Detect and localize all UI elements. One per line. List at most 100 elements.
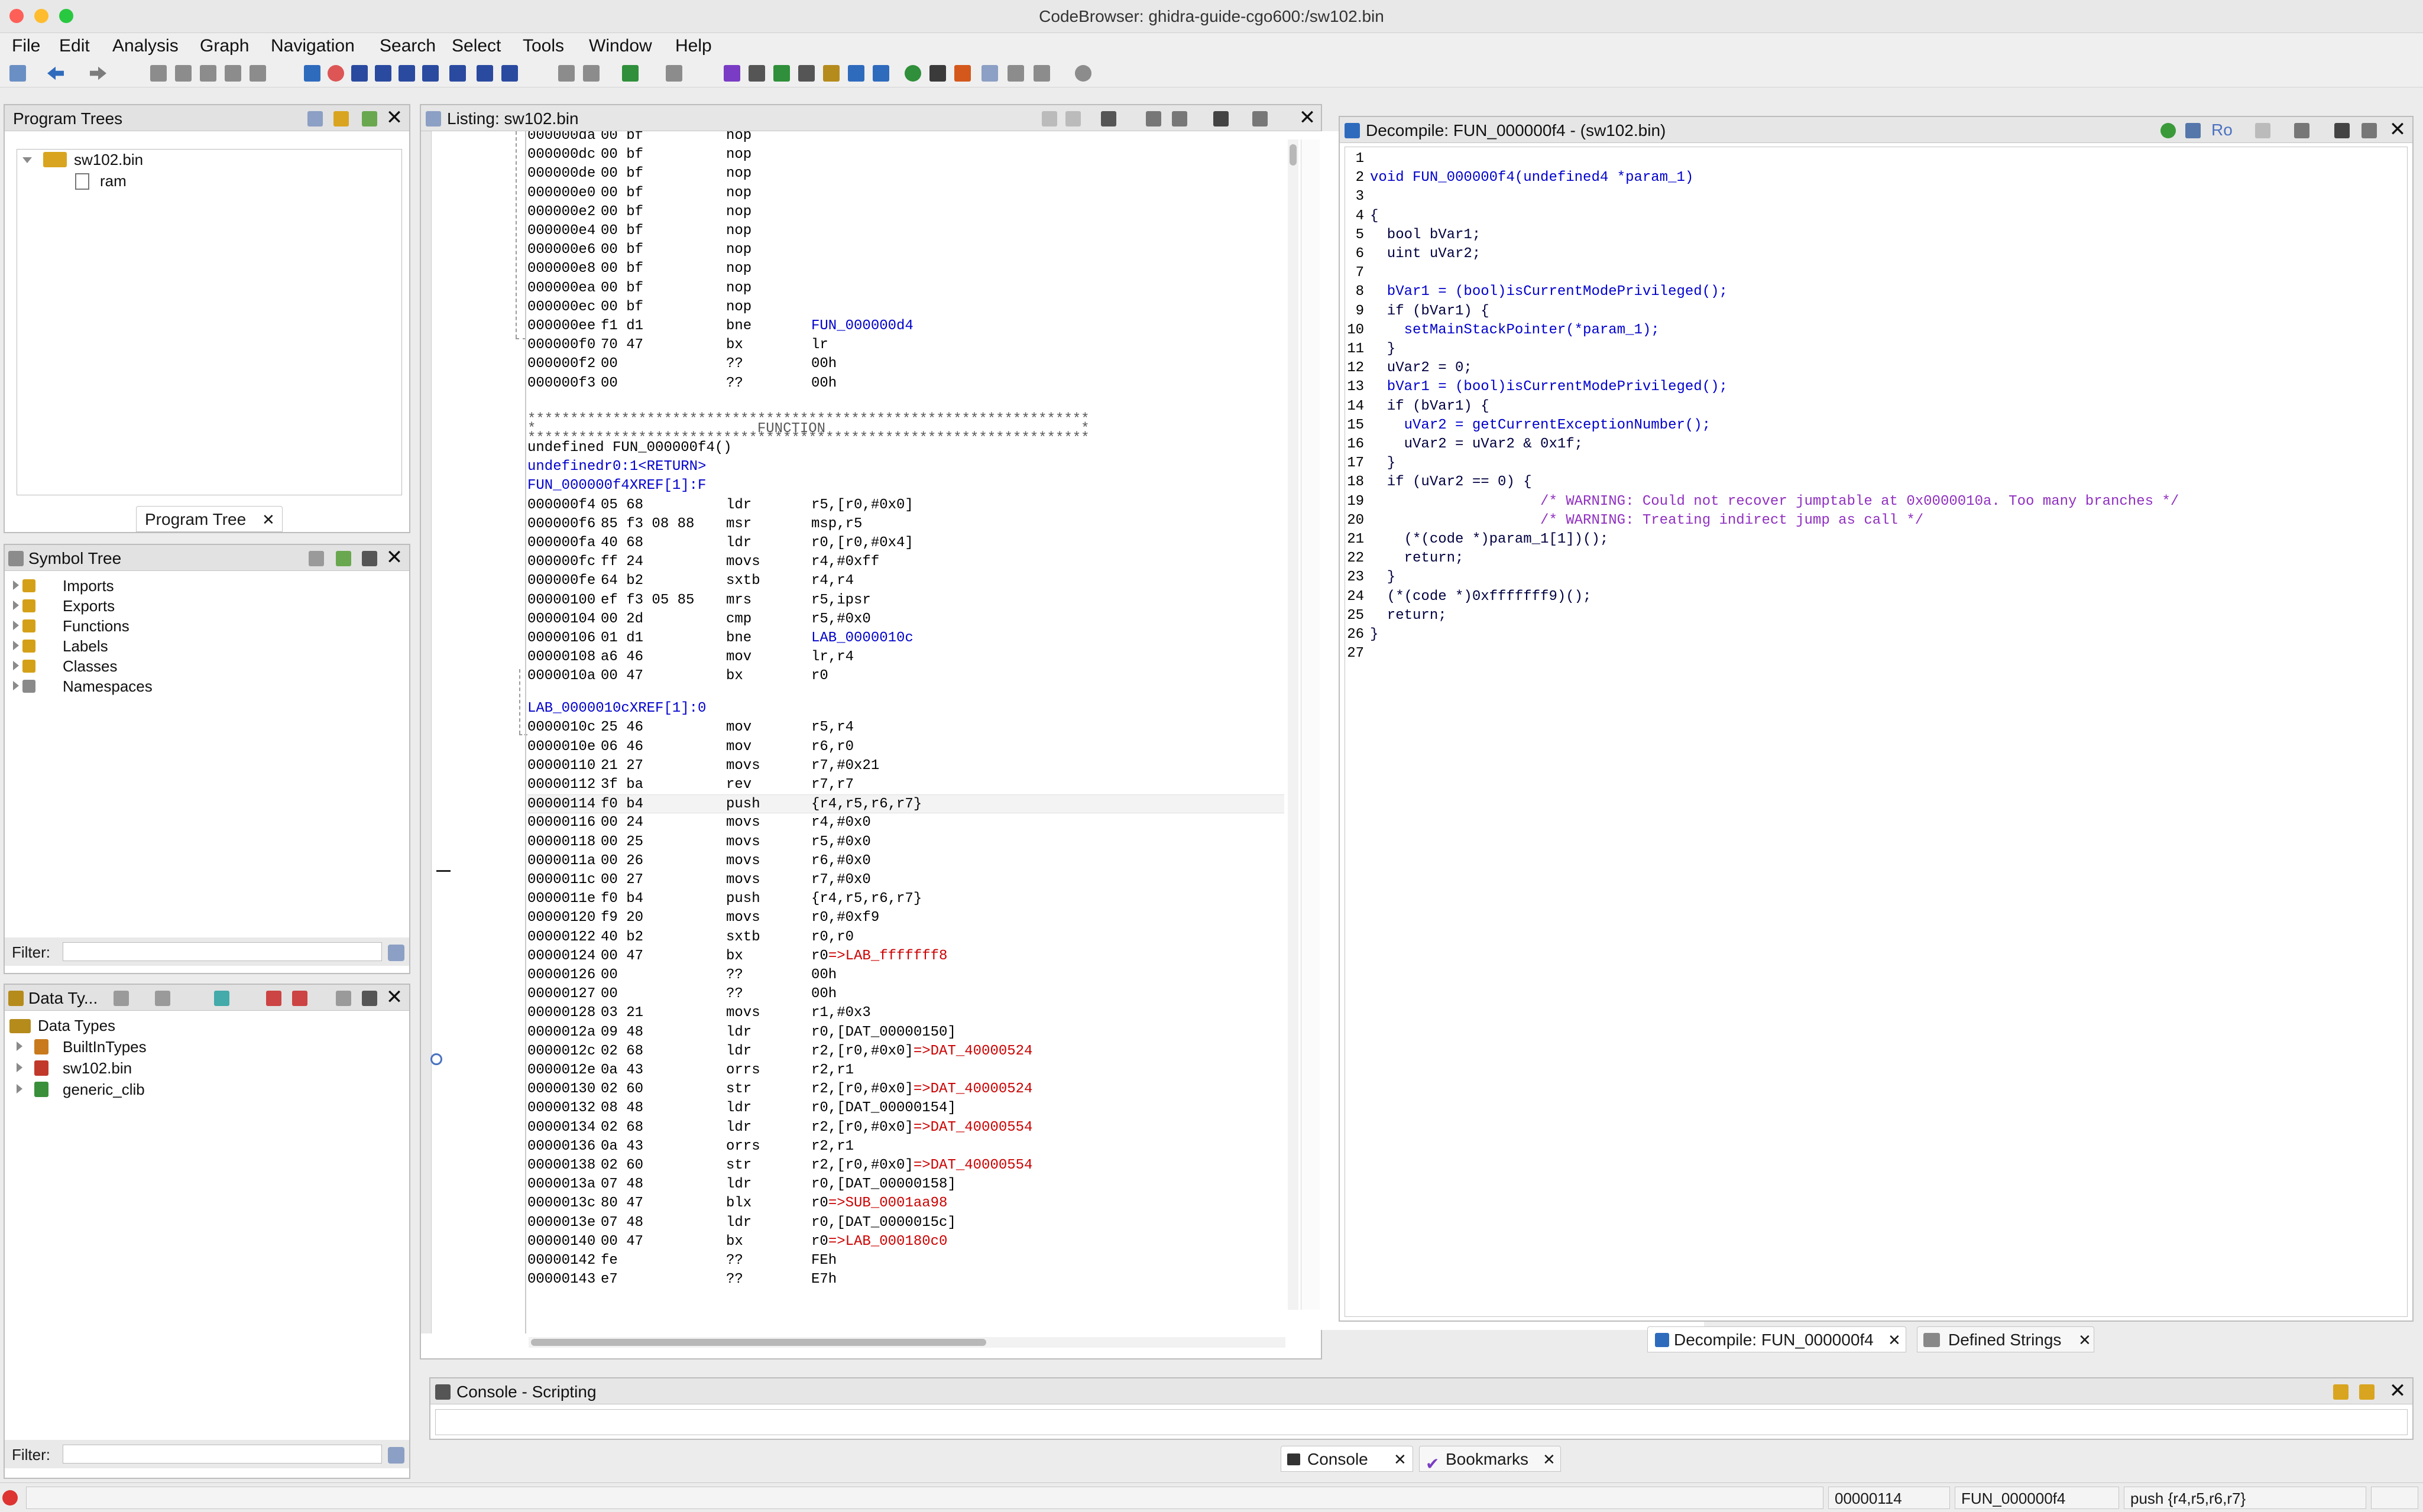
instruction-mnemonic[interactable]: orrs xyxy=(726,1137,760,1156)
instruction-address[interactable]: 000000f4 xyxy=(527,496,595,515)
instruction-address[interactable]: 000000ee xyxy=(527,317,595,336)
instruction-operand[interactable]: {r4,r5,r6,r7} xyxy=(811,890,922,909)
instruction-bytes[interactable]: 01 d1 xyxy=(601,629,643,648)
instruction-address[interactable]: 000000fc xyxy=(527,553,595,572)
listing-scrollbar[interactable] xyxy=(1288,139,1298,1310)
instruction-address[interactable]: 000000f2 xyxy=(527,355,595,374)
listing-row[interactable]: 000000fa 40 68 ldr r0,[r0,#0x4] xyxy=(527,534,1284,553)
instruction-bytes[interactable]: 70 47 xyxy=(601,336,643,355)
forward-icon[interactable] xyxy=(155,991,170,1006)
listing-row[interactable]: 0000011e f0 b4 push {r4,r5,r6,r7} xyxy=(527,890,1284,909)
decompile-code[interactable] xyxy=(1370,264,1387,283)
symbol-tree-namespaces[interactable]: Namespaces xyxy=(63,676,153,696)
instruction-bytes[interactable]: 02 60 xyxy=(601,1156,643,1175)
instruction-operand[interactable]: 00h xyxy=(811,374,837,393)
instruction-mnemonic[interactable]: orrs xyxy=(726,1061,760,1080)
instruction-operand[interactable]: LAB_0000010c xyxy=(811,629,914,648)
instruction-operand[interactable]: r4,#0xff xyxy=(811,553,879,572)
instruction-bytes[interactable]: f9 20 xyxy=(601,909,643,927)
listing-row[interactable]: 000000f4 05 68 ldr r5,[r0,#0x0] xyxy=(527,496,1284,515)
clear-icon[interactable] xyxy=(2359,1384,2375,1400)
decompile-code[interactable]: if (bVar1) { xyxy=(1370,302,1489,321)
field-header-icon[interactable] xyxy=(1146,111,1161,126)
instruction-address[interactable]: 0000012a xyxy=(527,1023,595,1042)
listing-row[interactable]: 00000138 02 60 str r2,[r0,#0x0]=>DAT_400005… xyxy=(527,1156,1284,1175)
instruction-reference[interactable]: =>DAT_40000524 xyxy=(914,1081,1033,1097)
function-signature[interactable]: undefined FUN_000000f4() xyxy=(527,439,1284,458)
instruction-reference[interactable]: =>DAT_40000524 xyxy=(914,1043,1033,1059)
menu-file[interactable]: File xyxy=(11,33,41,59)
instruction-mnemonic[interactable]: ldr xyxy=(726,1042,751,1061)
help-icon[interactable] xyxy=(1075,65,1091,82)
tab-defined-strings[interactable]: Defined Strings ✕ xyxy=(1917,1326,2094,1352)
instruction-address[interactable]: 0000011a xyxy=(527,852,595,871)
menu-navigation[interactable]: Navigation xyxy=(270,33,356,59)
instruction-operand[interactable]: r6,#0x0 xyxy=(811,852,871,871)
decompile-code[interactable]: if (bVar1) { xyxy=(1370,397,1489,416)
instruction-address[interactable]: 0000011e xyxy=(527,890,595,909)
instruction-bytes[interactable]: 00 bf xyxy=(601,259,643,278)
expand-icon[interactable] xyxy=(17,1041,22,1051)
function-label-row[interactable]: FUN_000000f4XREF[1]:F xyxy=(527,476,1284,495)
symbol-tree-functions[interactable]: Functions xyxy=(63,616,129,636)
f-icon[interactable] xyxy=(449,65,466,82)
close-icon[interactable]: ✕ xyxy=(1297,108,1317,128)
snapshot-tree-icon[interactable] xyxy=(362,111,377,126)
instruction-bytes[interactable]: 64 b2 xyxy=(601,572,643,590)
instruction-mnemonic[interactable]: movs xyxy=(726,871,760,890)
snapshot-listing-icon[interactable] xyxy=(1213,111,1229,126)
decompile-line[interactable]: 15 uVar2 = getCurrentExceptionNumber(); xyxy=(1345,416,2403,435)
menu-dropdown-icon[interactable] xyxy=(2362,123,2377,138)
nav-label-icon[interactable] xyxy=(225,65,241,82)
instruction-mnemonic[interactable]: bx xyxy=(726,1232,743,1251)
instruction-bytes[interactable]: 00 xyxy=(601,374,618,393)
instruction-operand[interactable]: msp,r5 xyxy=(811,515,862,534)
decompile-line[interactable]: 12 uVar2 = 0; xyxy=(1345,359,2403,378)
decompile-line[interactable]: 26} xyxy=(1345,625,2403,644)
instruction-mnemonic[interactable]: nop xyxy=(726,184,751,203)
decompile-code[interactable]: bool bVar1; xyxy=(1370,226,1481,245)
paste-icon[interactable] xyxy=(1065,111,1081,126)
instruction-address[interactable]: 00000134 xyxy=(527,1118,595,1137)
minimize-icon[interactable] xyxy=(336,991,351,1006)
instruction-bytes[interactable]: 05 68 xyxy=(601,496,643,515)
instruction-address[interactable]: 00000120 xyxy=(527,909,595,927)
listing-row[interactable]: 00000110 21 27 movs r7,#0x21 xyxy=(527,757,1284,776)
decompile-code[interactable]: /* WARNING: Treating indirect jump as ca… xyxy=(1370,511,1923,530)
instruction-operand[interactable]: FUN_000000d4 xyxy=(811,317,914,336)
decompile-line[interactable]: 13 bVar1 = (bool)isCurrentModePrivileged… xyxy=(1345,378,2403,397)
expand-icon[interactable] xyxy=(17,1063,22,1072)
instruction-address[interactable]: 000000e6 xyxy=(527,241,595,259)
instruction-address[interactable]: 000000e0 xyxy=(527,184,595,203)
return-register[interactable]: r0:1 xyxy=(604,459,639,475)
listing-row[interactable]: 000000f0 70 47 bx lr xyxy=(527,336,1284,355)
decompile-line[interactable]: 18 if (uVar2 == 0) { xyxy=(1345,473,2403,492)
decompile-icon[interactable] xyxy=(848,65,864,82)
instruction-mnemonic[interactable]: bne xyxy=(726,629,751,648)
instruction-operand[interactable]: r2,[r0,#0x0]=>DAT_40000554 xyxy=(811,1118,1032,1137)
instruction-bytes[interactable]: 00 bf xyxy=(601,184,643,203)
instruction-mnemonic[interactable]: ldr xyxy=(726,1214,751,1232)
instruction-address[interactable]: 0000012c xyxy=(527,1042,595,1061)
open-tree-icon[interactable] xyxy=(307,111,323,126)
instruction-address[interactable]: 00000114 xyxy=(527,795,595,814)
back-icon[interactable] xyxy=(114,991,129,1006)
instruction-mnemonic[interactable]: rev xyxy=(726,776,751,794)
symbol-tree-exports[interactable]: Exports xyxy=(63,596,115,616)
close-icon[interactable]: ✕ xyxy=(1543,1446,1556,1472)
instruction-mnemonic[interactable]: nop xyxy=(726,131,751,145)
tab-program-tree[interactable]: Program Tree ✕ xyxy=(136,506,283,532)
instruction-operand[interactable]: r0,[DAT_00000158] xyxy=(811,1175,956,1194)
instruction-reference[interactable]: =>LAB_fffffff8 xyxy=(828,948,948,964)
instruction-mnemonic[interactable]: ldr xyxy=(726,534,751,553)
menu-help[interactable]: Help xyxy=(674,33,713,59)
instruction-reference[interactable]: =>SUB_0001aa98 xyxy=(828,1195,948,1211)
instruction-address[interactable]: 00000128 xyxy=(527,1004,595,1023)
instruction-bytes[interactable]: 00 bf xyxy=(601,279,643,298)
lab-label-row[interactable]: LAB_0000010cXREF[1]:0 xyxy=(527,699,1284,718)
xref-label[interactable]: XREF[1]: xyxy=(630,478,698,494)
lock-icon[interactable] xyxy=(2333,1384,2349,1400)
instruction-bytes[interactable]: 00 bf xyxy=(601,222,643,241)
listing-row[interactable]: 0000013a 07 48 ldr r0,[DAT_00000158] xyxy=(527,1175,1284,1194)
listing-row[interactable]: 00000122 40 b2 sxtb r0,r0 xyxy=(527,928,1284,947)
